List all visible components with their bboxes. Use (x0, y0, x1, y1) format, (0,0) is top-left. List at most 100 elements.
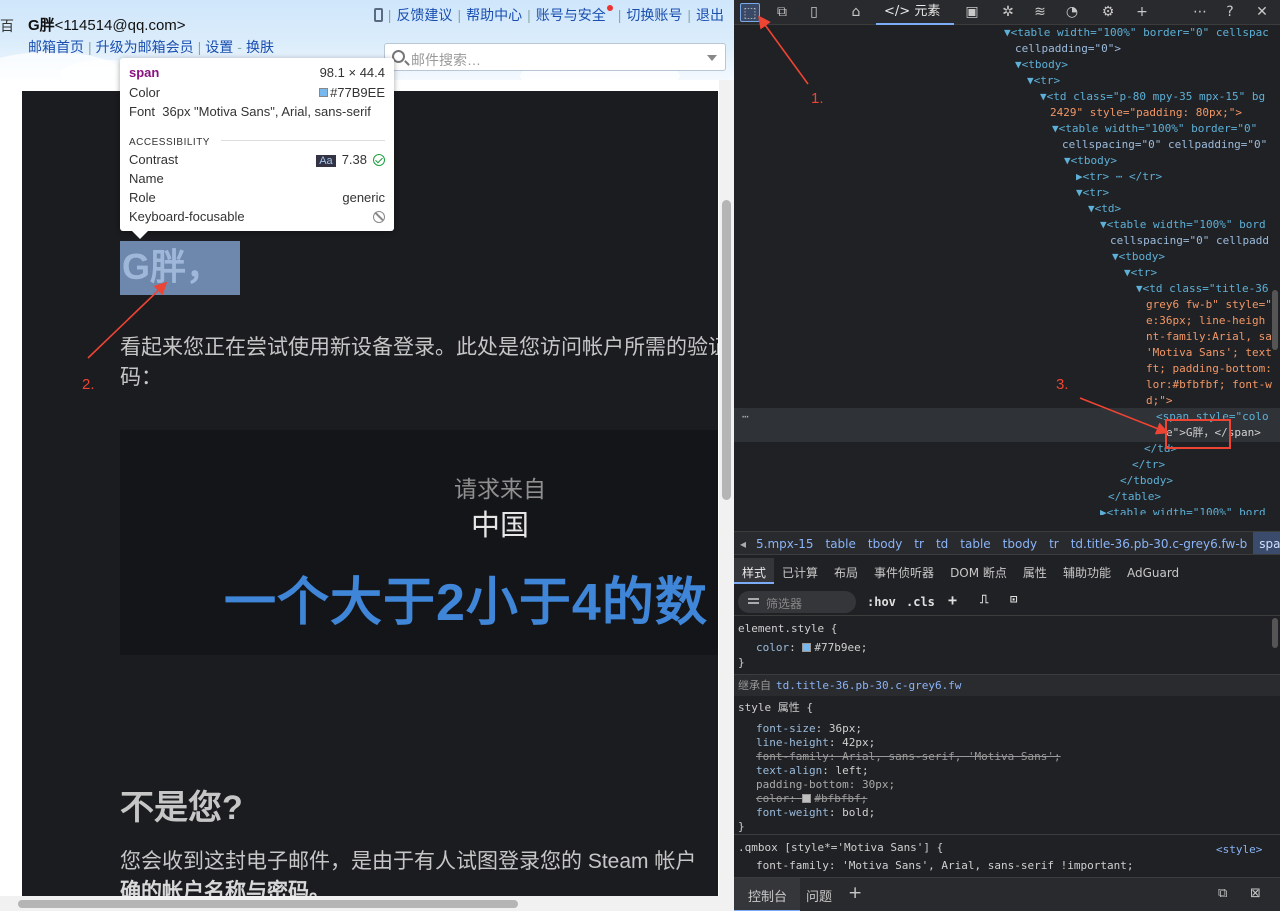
breadcrumb-item[interactable]: td.title-36.pb-30.c-grey6.fw-b (1065, 532, 1254, 554)
home-icon[interactable]: ⌂ (846, 3, 866, 22)
element-style-rule[interactable]: color: #77b9ee; (756, 641, 867, 655)
sidebar-toggle-icon[interactable]: ⊡ (1010, 592, 1017, 606)
breadcrumb-item[interactable]: 5.mpx-15 (750, 532, 819, 554)
dom-line[interactable]: e:36px; line-heigh (1146, 313, 1265, 329)
phone-icon[interactable] (373, 8, 383, 22)
dom-line[interactable]: cellpadding="0"> (1015, 41, 1121, 57)
dom-line[interactable]: </tbody> (1120, 473, 1173, 489)
nav-settings[interactable]: 设置 (205, 37, 233, 57)
performance-icon[interactable]: ◔ (1062, 3, 1082, 22)
breadcrumb-item[interactable]: tr (1043, 532, 1065, 554)
tab-console[interactable]: 控制台 (734, 878, 800, 911)
tab-issues[interactable]: 问题 (806, 878, 832, 911)
link-help[interactable]: 帮助中心 (466, 7, 522, 23)
dom-line[interactable]: ▼<tr> (1027, 73, 1060, 89)
add-panel-icon[interactable]: + (1132, 3, 1152, 22)
undock-icon[interactable]: ⧉ (1218, 878, 1227, 911)
color-swatch-icon[interactable] (802, 794, 812, 803)
close-drawer-icon[interactable]: ⊠ (1250, 878, 1261, 911)
dom-line[interactable]: ▼<td> (1088, 201, 1121, 217)
dom-line-selected[interactable]: e">G胖，</span> (1166, 425, 1261, 441)
dom-line[interactable]: ▼<tbody> (1064, 153, 1117, 169)
dom-line[interactable]: ▼<tr> (1124, 265, 1157, 281)
dom-line-selected[interactable]: <span style="colo (1156, 409, 1269, 425)
gear-icon[interactable]: ⚙ (1098, 3, 1118, 22)
breadcrumb-item[interactable]: tbody (862, 532, 908, 554)
dom-line[interactable]: </tr> (1132, 457, 1165, 473)
dom-line[interactable]: grey6 fw-b" style=" (1146, 297, 1272, 313)
dom-line[interactable]: ▶<table width="100%" bord (1100, 505, 1266, 515)
search-input[interactable]: 邮件搜索… (411, 50, 481, 70)
dom-line[interactable]: ▼<td class="p-80 mpy-35 mpx-15" bg (1040, 89, 1265, 105)
row-menu-icon[interactable]: ⋯ (742, 409, 749, 425)
help-icon[interactable]: ? (1220, 3, 1240, 22)
bug-icon[interactable]: ✲ (998, 3, 1018, 22)
dom-line[interactable]: d;"> (1146, 393, 1173, 409)
nav-upgrade[interactable]: 升级为邮箱会员 (96, 37, 194, 57)
network-icon[interactable]: ≋ (1030, 3, 1050, 22)
style-rule[interactable]: font-size: 36px; (756, 722, 862, 736)
dom-line[interactable]: ▼<td class="title-36 (1136, 281, 1268, 297)
dom-line[interactable]: ▼<tr> (1076, 185, 1109, 201)
tab-computed[interactable]: 已计算 (774, 558, 826, 584)
dom-line[interactable]: ▶<tr> ⋯ </tr> (1076, 169, 1162, 185)
link-account-security[interactable]: 账号与安全 (536, 7, 606, 23)
breadcrumb-item[interactable]: tr (908, 532, 930, 554)
new-rule-icon[interactable]: + (948, 591, 957, 609)
dom-line[interactable]: cellspacing="0" cellpadding="0" (1062, 137, 1267, 153)
breadcrumb-left-icon[interactable]: ◂ (734, 532, 750, 554)
horizontal-scrollbar[interactable] (0, 896, 734, 911)
dom-line[interactable]: ▼<table width="100%" border="0" (1052, 121, 1257, 137)
styles-scroll-thumb[interactable] (1272, 618, 1278, 648)
mail-search-box[interactable]: 邮件搜索… (384, 43, 726, 71)
cls-toggle[interactable]: .cls (906, 595, 935, 609)
style-rule-overridden[interactable]: font-family: Arial, sans-serif, 'Motiva … (756, 750, 1061, 764)
link-switch-account[interactable]: 切换账号 (626, 7, 682, 23)
dom-line[interactable]: ▼<table width="100%" bord (1100, 217, 1266, 233)
tab-event-listeners[interactable]: 事件侦听器 (866, 558, 942, 584)
more-icon[interactable]: ⋯ (1190, 3, 1210, 22)
qmbox-rule[interactable]: font-family: 'Motiva Sans', Arial, sans-… (756, 859, 1134, 873)
add-drawer-tab-icon[interactable]: + (848, 878, 862, 911)
link-feedback[interactable]: 反馈建议 (396, 7, 452, 23)
tab-adguard[interactable]: AdGuard (1119, 560, 1187, 586)
dom-vertical-scroll-thumb[interactable] (1272, 290, 1278, 350)
vertical-scrollbar[interactable] (719, 80, 734, 896)
breadcrumb-item[interactable]: table (820, 532, 862, 554)
dom-line[interactable]: 'Motiva Sans'; text (1146, 345, 1272, 361)
horizontal-scroll-thumb[interactable] (18, 900, 518, 908)
link-logout[interactable]: 退出 (696, 7, 724, 23)
dom-line[interactable]: 2429" style="padding: 80px;"> (1050, 105, 1242, 121)
breadcrumb-item-current[interactable]: span (1253, 532, 1280, 554)
dom-line[interactable]: nt-family:Arial, sa (1146, 329, 1272, 345)
close-icon[interactable]: ✕ (1252, 3, 1272, 22)
device-toolbar-icon[interactable]: ⧉ (772, 3, 792, 22)
filter-input[interactable]: 筛选器 (738, 591, 856, 613)
dom-line[interactable]: lor:#bfbfbf; font-w (1146, 377, 1272, 393)
dom-line[interactable]: </table> (1108, 489, 1161, 505)
dom-line[interactable]: ▼<table width="100%" border="0" cellspac (1004, 25, 1269, 41)
dom-line[interactable]: ▼<tbody> (1015, 57, 1068, 73)
tab-layout[interactable]: 布局 (826, 558, 866, 584)
dock-icon[interactable]: ▯ (804, 3, 824, 22)
dom-line[interactable]: </td> (1144, 441, 1177, 457)
inspect-element-icon[interactable]: ⬚ (740, 3, 760, 22)
dom-line[interactable]: cellspacing="0" cellpadd (1110, 233, 1269, 249)
breadcrumb-item[interactable]: tbody (997, 532, 1043, 554)
tab-accessibility[interactable]: 辅助功能 (1055, 558, 1119, 584)
vertical-scroll-thumb[interactable] (722, 200, 731, 500)
dom-line[interactable]: ft; padding-bottom: (1146, 361, 1272, 377)
tab-dom-breakpoints[interactable]: DOM 断点 (942, 558, 1015, 584)
style-rule[interactable]: text-align: left; (756, 764, 869, 778)
color-swatch-icon[interactable] (802, 643, 812, 652)
tab-styles[interactable]: 样式 (734, 558, 775, 584)
console-icon[interactable]: ▣ (962, 3, 982, 22)
style-rule[interactable]: font-weight: bold; (756, 806, 875, 820)
brush-icon[interactable]: ⎍ (980, 592, 988, 607)
dropdown-arrow-icon[interactable] (707, 55, 717, 61)
style-source-link[interactable]: <style> (1216, 843, 1262, 857)
nav-home[interactable]: 邮箱首页 (28, 37, 84, 57)
nav-skin[interactable]: 换肤 (246, 37, 274, 57)
breadcrumb-item[interactable]: td (930, 532, 954, 554)
hov-toggle[interactable]: :hov (867, 595, 896, 609)
